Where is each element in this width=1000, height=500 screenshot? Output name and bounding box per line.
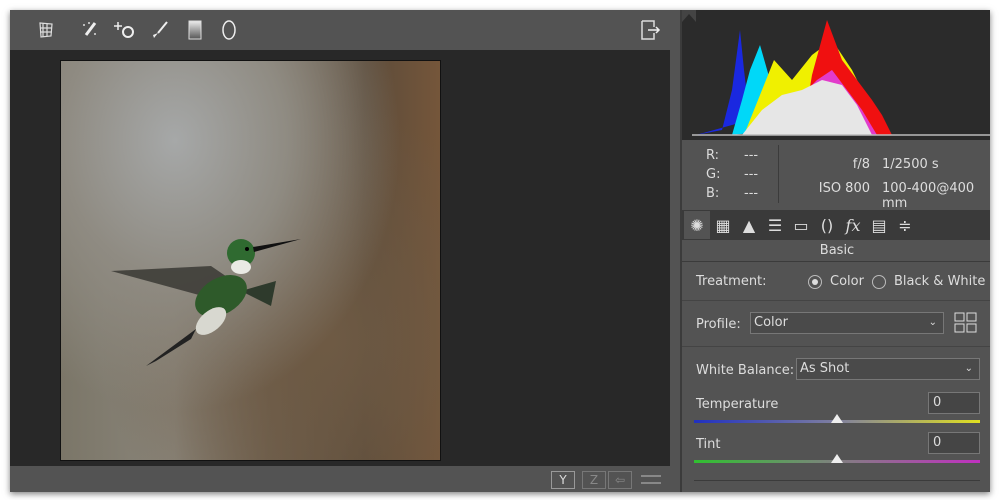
temperature-slider-thumb[interactable] xyxy=(831,414,843,423)
radial-filter-icon[interactable] xyxy=(217,18,241,42)
tab-hsl-icon[interactable]: ☰ xyxy=(762,211,788,239)
lens: 100-400@400 mm xyxy=(882,181,975,211)
tab-split-toning-icon[interactable]: ▭ xyxy=(788,211,814,239)
b-label: B: xyxy=(706,186,720,201)
r-value: --- xyxy=(744,148,759,163)
tab-presets-icon[interactable]: ≑ xyxy=(892,211,918,239)
hummingbird-image xyxy=(111,239,301,366)
copy-settings-button[interactable]: ⇦ xyxy=(608,471,632,489)
iso: ISO 800 xyxy=(818,181,870,196)
white-balance-value: As Shot xyxy=(800,361,850,376)
aperture: f/8 xyxy=(852,157,870,172)
tab-detail-icon[interactable]: ▲ xyxy=(736,211,762,239)
tab-calibration-icon[interactable]: ▤ xyxy=(866,211,892,239)
adjustment-brush-icon[interactable] xyxy=(148,18,172,42)
shadow-clipping-icon[interactable] xyxy=(682,10,696,22)
tab-basic-icon[interactable]: ✺ xyxy=(684,211,710,239)
chevron-down-icon: ⌄ xyxy=(928,317,937,328)
panel-tabs: ✺ ▦ ▲ ☰ ▭ () fx ▤ ≑ xyxy=(682,210,990,240)
temperature-label: Temperature xyxy=(696,397,779,412)
open-object-icon[interactable] xyxy=(638,18,662,42)
temperature-input[interactable]: 0 xyxy=(928,392,980,414)
shutter-speed: 1/2500 s xyxy=(882,157,939,172)
tab-lens-corrections-icon[interactable]: () xyxy=(814,211,840,239)
camera-raw-window: Y Z ⇦ R: G: B: --- --- --- f/8 1/2500 s … xyxy=(10,10,990,492)
graduated-filter-icon[interactable] xyxy=(183,18,207,42)
treatment-bw-radio[interactable] xyxy=(872,275,886,289)
tab-effects-icon[interactable]: fx xyxy=(840,211,866,239)
tint-input[interactable]: 0 xyxy=(928,432,980,454)
swap-button[interactable]: Z xyxy=(582,471,606,489)
temperature-slider[interactable] xyxy=(694,414,980,423)
tab-tone-curve-icon[interactable]: ▦ xyxy=(710,211,736,239)
profile-label: Profile: xyxy=(696,317,741,332)
profile-browser-icon[interactable] xyxy=(954,312,978,338)
toolbar xyxy=(10,10,672,50)
g-label: G: xyxy=(706,167,721,182)
profile-dropdown[interactable]: Color ⌄ xyxy=(750,312,944,334)
settings-toggle-icon[interactable] xyxy=(640,471,662,492)
transform-tool-icon[interactable] xyxy=(34,18,58,42)
tint-label: Tint xyxy=(696,437,721,452)
treatment-label: Treatment: xyxy=(696,274,767,289)
treatment-color-label[interactable]: Color xyxy=(830,274,864,289)
profile-value: Color xyxy=(754,315,788,330)
tint-slider-thumb[interactable] xyxy=(831,454,843,463)
right-panel: R: G: B: --- --- --- f/8 1/2500 s ISO 80… xyxy=(680,10,990,492)
white-balance-dropdown[interactable]: As Shot ⌄ xyxy=(796,358,980,380)
white-balance-label: White Balance: xyxy=(696,363,795,378)
hummingbird-photo xyxy=(60,60,441,461)
bottom-bar: Y Z ⇦ xyxy=(10,466,672,492)
g-value: --- xyxy=(744,167,759,182)
spot-removal-icon[interactable] xyxy=(78,18,102,42)
red-eye-icon[interactable] xyxy=(112,18,136,42)
treatment-bw-label[interactable]: Black & White xyxy=(894,274,985,289)
divider xyxy=(778,145,779,203)
chevron-down-icon: ⌄ xyxy=(964,363,973,374)
b-value: --- xyxy=(744,186,759,201)
r-label: R: xyxy=(706,148,720,163)
info-readout: R: G: B: --- --- --- f/8 1/2500 s ISO 80… xyxy=(682,140,990,211)
before-after-button[interactable]: Y xyxy=(551,471,575,489)
section-title: Basic xyxy=(682,240,990,262)
tint-slider[interactable] xyxy=(694,454,980,463)
image-canvas[interactable] xyxy=(10,50,670,466)
treatment-color-radio[interactable] xyxy=(808,275,822,289)
histogram xyxy=(682,10,990,140)
